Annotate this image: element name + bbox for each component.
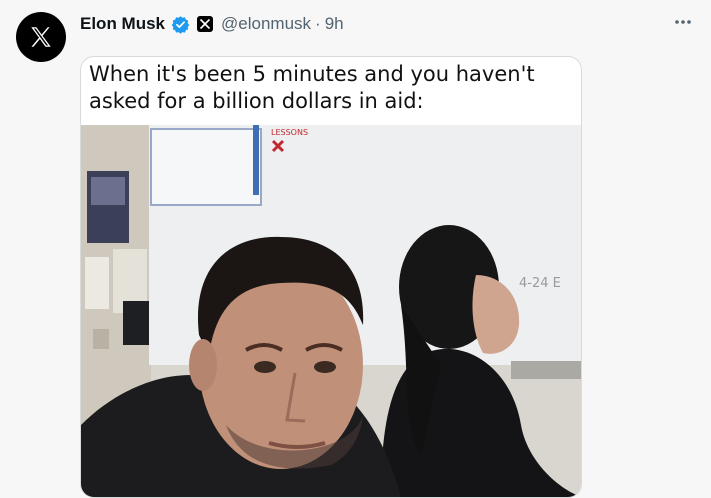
meme-photo[interactable]: LESSONS 4-24 E [81, 125, 581, 497]
x-logo-icon [31, 27, 51, 47]
author-handle[interactable]: @elonmusk [221, 14, 311, 34]
tweet-timestamp[interactable]: 9h [325, 14, 344, 34]
tweet-header: Elon Musk @elonmusk · 9h [80, 12, 344, 36]
author-name[interactable]: Elon Musk [80, 14, 165, 34]
avatar[interactable] [16, 12, 66, 62]
more-options-icon[interactable] [671, 10, 695, 34]
board-sign: LESSONS [271, 128, 308, 137]
tweet-media-card[interactable]: When it's been 5 minutes and you haven't… [80, 56, 582, 498]
separator-dot: · [315, 14, 321, 33]
meme-caption: When it's been 5 minutes and you haven't… [89, 62, 535, 113]
board-writing: 4-24 E [519, 276, 561, 291]
verified-badge-icon[interactable] [171, 15, 190, 34]
x-affiliate-badge-icon[interactable] [197, 16, 214, 32]
